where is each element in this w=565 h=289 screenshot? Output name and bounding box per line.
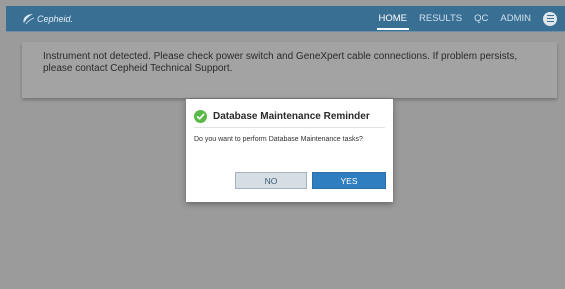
banner-message: Instrument not detected. Please check po… [43,51,518,74]
dialog-title: Database Maintenance Reminder [213,110,370,122]
nav-home[interactable]: HOME [373,6,414,31]
dialog-message: Do you want to perform Database Maintena… [194,136,363,143]
cepheid-logo: Cepheid. [21,12,73,26]
top-navigation-bar: Cepheid. HOME RESULTS QC ADMIN [6,6,565,32]
cepheid-logo-icon [23,14,35,25]
nav-results[interactable]: RESULTS [413,6,468,31]
hamburger-menu-icon[interactable] [543,11,557,26]
nav-qc[interactable]: QC [468,6,494,31]
nav-admin[interactable]: ADMIN [494,6,537,31]
dialog-header: Database Maintenance Reminder [194,108,385,128]
no-button[interactable]: NO [235,172,307,189]
app-window: Cepheid. HOME RESULTS QC ADMIN Instrumen… [0,0,565,289]
check-circle-icon [194,109,207,123]
main-nav: HOME RESULTS QC ADMIN [373,6,557,31]
yes-button[interactable]: YES [312,172,386,189]
logo-text: Cepheid. [37,14,74,24]
instrument-warning-banner: Instrument not detected. Please check po… [22,42,557,98]
